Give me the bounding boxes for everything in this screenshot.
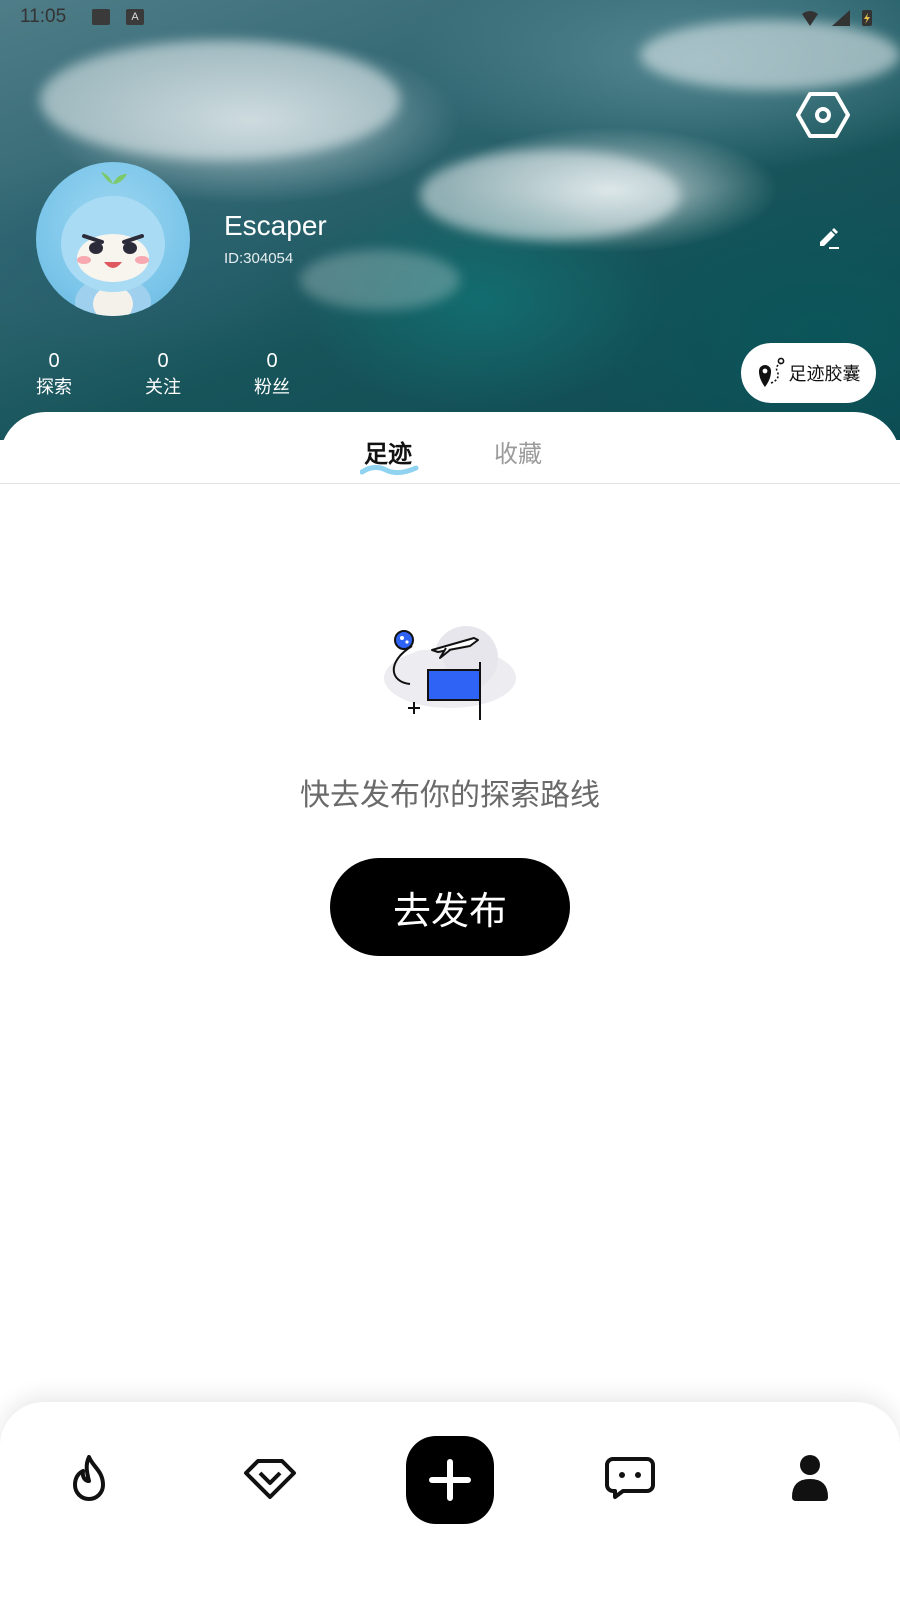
nav-profile[interactable] <box>780 1448 840 1508</box>
stat-label: 探索 <box>36 377 72 398</box>
hexagon-settings-icon <box>796 92 850 138</box>
capsule-label: 足迹胶囊 <box>788 364 861 385</box>
avatar[interactable] <box>36 162 190 316</box>
publish-button[interactable]: 去发布 <box>330 858 570 956</box>
location-route-icon <box>758 357 784 387</box>
tab-bar: 足迹 收藏 <box>0 412 900 484</box>
fire-icon <box>73 1455 105 1501</box>
status-bar: 11:05 A <box>0 0 900 36</box>
font-a-icon: A <box>126 9 144 25</box>
footprint-capsule-button[interactable]: 足迹胶囊 <box>741 343 876 403</box>
nav-add-button[interactable] <box>406 1436 494 1524</box>
dolphin-mascot-avatar <box>61 172 165 316</box>
chat-icon <box>605 1457 655 1499</box>
user-id: ID:304054 <box>224 250 294 267</box>
system-status-icons <box>802 10 872 26</box>
stat-fans[interactable]: 0 粉丝 <box>242 350 302 402</box>
settings-button[interactable] <box>796 90 850 140</box>
image-icon <box>92 9 110 25</box>
person-icon <box>792 1455 828 1501</box>
wifi-icon <box>802 11 818 26</box>
stat-label: 关注 <box>145 377 181 398</box>
stat-explore[interactable]: 0 探索 <box>24 350 84 402</box>
diamond-icon <box>244 1459 296 1499</box>
status-time: 11:05 <box>20 6 67 27</box>
tab-favorites[interactable]: 收藏 <box>494 434 542 469</box>
stat-following[interactable]: 0 关注 <box>133 350 193 402</box>
nav-discover[interactable] <box>240 1448 300 1508</box>
empty-state-illustration <box>384 626 516 720</box>
stat-value: 0 <box>266 350 278 372</box>
wave-foam <box>300 250 460 310</box>
active-tab-indicator <box>360 464 419 476</box>
user-name: Escaper <box>224 210 327 241</box>
stat-value: 0 <box>48 350 60 372</box>
nav-hot[interactable] <box>60 1448 120 1508</box>
stat-label: 粉丝 <box>254 377 290 398</box>
bottom-navigation <box>0 1402 900 1600</box>
edit-profile-button[interactable] <box>814 224 844 254</box>
signal-icon <box>832 10 850 26</box>
pencil-icon <box>820 228 839 249</box>
wave-foam <box>420 150 680 240</box>
stat-value: 0 <box>157 350 169 372</box>
nav-messages[interactable] <box>600 1448 660 1508</box>
wave-foam <box>40 40 400 160</box>
plus-icon <box>429 1459 471 1501</box>
empty-state-message: 快去发布你的探索路线 <box>300 778 600 813</box>
